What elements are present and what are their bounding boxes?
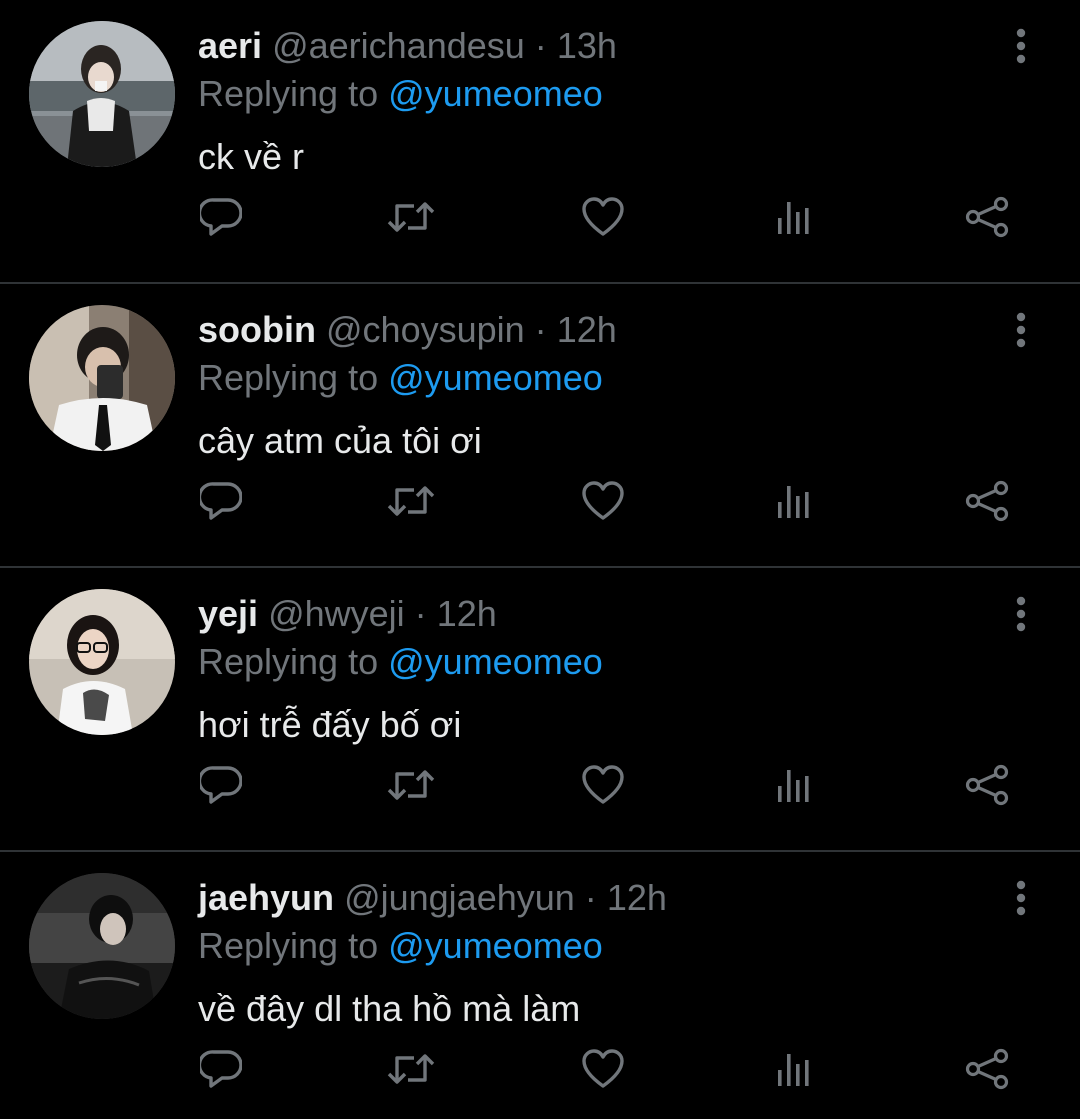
avatar[interactable] xyxy=(29,305,175,451)
more-options-button[interactable] xyxy=(1004,310,1038,350)
reply-button[interactable] xyxy=(196,760,246,810)
separator-dot: · xyxy=(534,309,547,350)
tweet-text: hơi trễ đấy bố ơi xyxy=(198,704,462,745)
retweet-icon xyxy=(387,1054,435,1084)
avatar[interactable] xyxy=(29,21,175,167)
views-icon xyxy=(778,202,809,234)
timestamp[interactable]: 12h xyxy=(437,593,497,634)
profile-photo xyxy=(29,589,175,735)
reply-button[interactable] xyxy=(196,192,246,242)
more-vertical-icon xyxy=(1016,596,1026,632)
share-icon xyxy=(965,1048,1009,1090)
views-button[interactable] xyxy=(770,476,820,526)
user-handle[interactable]: @jungjaehyun xyxy=(344,877,575,918)
display-name[interactable]: jaehyun xyxy=(198,877,334,918)
like-icon xyxy=(582,197,624,236)
retweet-icon xyxy=(387,486,435,516)
retweet-button[interactable] xyxy=(386,760,436,810)
retweet-button[interactable] xyxy=(386,476,436,526)
profile-photo xyxy=(29,873,175,1019)
share-button[interactable] xyxy=(962,1044,1012,1094)
display-name[interactable]: soobin xyxy=(198,309,316,350)
retweet-icon xyxy=(387,770,435,800)
avatar[interactable] xyxy=(29,873,175,1019)
share-icon xyxy=(965,480,1009,522)
share-icon xyxy=(965,196,1009,238)
tweet-text: ck về r xyxy=(198,136,305,177)
retweet-button[interactable] xyxy=(386,1044,436,1094)
more-vertical-icon xyxy=(1016,880,1026,916)
timestamp[interactable]: 13h xyxy=(557,25,617,66)
replying-to-label: Replying to xyxy=(198,925,379,966)
replying-to-line: Replying to @yumeomeo xyxy=(198,356,603,400)
share-icon xyxy=(965,764,1009,806)
more-options-button[interactable] xyxy=(1004,26,1038,66)
display-name[interactable]: yeji xyxy=(198,593,258,634)
user-handle[interactable]: @choysupin xyxy=(326,309,525,350)
more-options-button[interactable] xyxy=(1004,878,1038,918)
tweet-header: soobin @choysupin · 12h xyxy=(198,308,617,352)
more-vertical-icon xyxy=(1016,312,1026,348)
display-name[interactable]: aeri xyxy=(198,25,262,66)
like-icon xyxy=(582,1049,624,1088)
share-button[interactable] xyxy=(962,760,1012,810)
mention-link[interactable]: @yumeomeo xyxy=(388,641,603,682)
mention-link[interactable]: @yumeomeo xyxy=(388,73,603,114)
like-button[interactable] xyxy=(578,760,628,810)
reply-icon xyxy=(200,482,242,520)
avatar[interactable] xyxy=(29,589,175,735)
retweet-button[interactable] xyxy=(386,192,436,242)
replying-to-line: Replying to @yumeomeo xyxy=(198,72,603,116)
share-button[interactable] xyxy=(962,192,1012,242)
like-button[interactable] xyxy=(578,192,628,242)
replying-to-label: Replying to xyxy=(198,73,379,114)
views-button[interactable] xyxy=(770,760,820,810)
tweet-header: aeri @aerichandesu · 13h xyxy=(198,24,617,68)
replying-to-line: Replying to @yumeomeo xyxy=(198,924,603,968)
reply-button[interactable] xyxy=(196,476,246,526)
like-icon xyxy=(582,765,624,804)
reply-tweet[interactable]: soobin @choysupin · 12h Replying to @yum… xyxy=(0,284,1080,568)
replying-to-label: Replying to xyxy=(198,357,379,398)
reply-icon xyxy=(200,198,242,236)
separator-dot: · xyxy=(414,593,427,634)
separator-dot: · xyxy=(584,877,597,918)
mention-link[interactable]: @yumeomeo xyxy=(388,925,603,966)
share-button[interactable] xyxy=(962,476,1012,526)
views-icon xyxy=(778,486,809,518)
user-handle[interactable]: @hwyeji xyxy=(268,593,405,634)
like-button[interactable] xyxy=(578,476,628,526)
retweet-icon xyxy=(387,202,435,232)
views-button[interactable] xyxy=(770,1044,820,1094)
tweet-header: yeji @hwyeji · 12h xyxy=(198,592,497,636)
reply-tweet[interactable]: jaehyun @jungjaehyun · 12h Replying to @… xyxy=(0,852,1080,1119)
tweet-text: cây atm của tôi ơi xyxy=(198,420,482,461)
views-icon xyxy=(778,1054,809,1086)
replying-to-line: Replying to @yumeomeo xyxy=(198,640,603,684)
profile-photo xyxy=(29,305,175,451)
timestamp[interactable]: 12h xyxy=(607,877,667,918)
views-icon xyxy=(778,770,809,802)
more-vertical-icon xyxy=(1016,28,1026,64)
reply-icon xyxy=(200,1050,242,1088)
replying-to-label: Replying to xyxy=(198,641,379,682)
tweet-header: jaehyun @jungjaehyun · 12h xyxy=(198,876,667,920)
tweet-text: về đây dl tha hồ mà làm xyxy=(198,988,581,1029)
reply-button[interactable] xyxy=(196,1044,246,1094)
like-button[interactable] xyxy=(578,1044,628,1094)
reply-tweet[interactable]: yeji @hwyeji · 12h Replying to @yumeomeo… xyxy=(0,568,1080,852)
reply-tweet[interactable]: aeri @aerichandesu · 13h Replying to @yu… xyxy=(0,0,1080,284)
profile-photo xyxy=(29,21,175,167)
more-options-button[interactable] xyxy=(1004,594,1038,634)
like-icon xyxy=(582,481,624,520)
mention-link[interactable]: @yumeomeo xyxy=(388,357,603,398)
separator-dot: · xyxy=(534,25,547,66)
reply-icon xyxy=(200,766,242,804)
timestamp[interactable]: 12h xyxy=(557,309,617,350)
views-button[interactable] xyxy=(770,192,820,242)
user-handle[interactable]: @aerichandesu xyxy=(272,25,525,66)
